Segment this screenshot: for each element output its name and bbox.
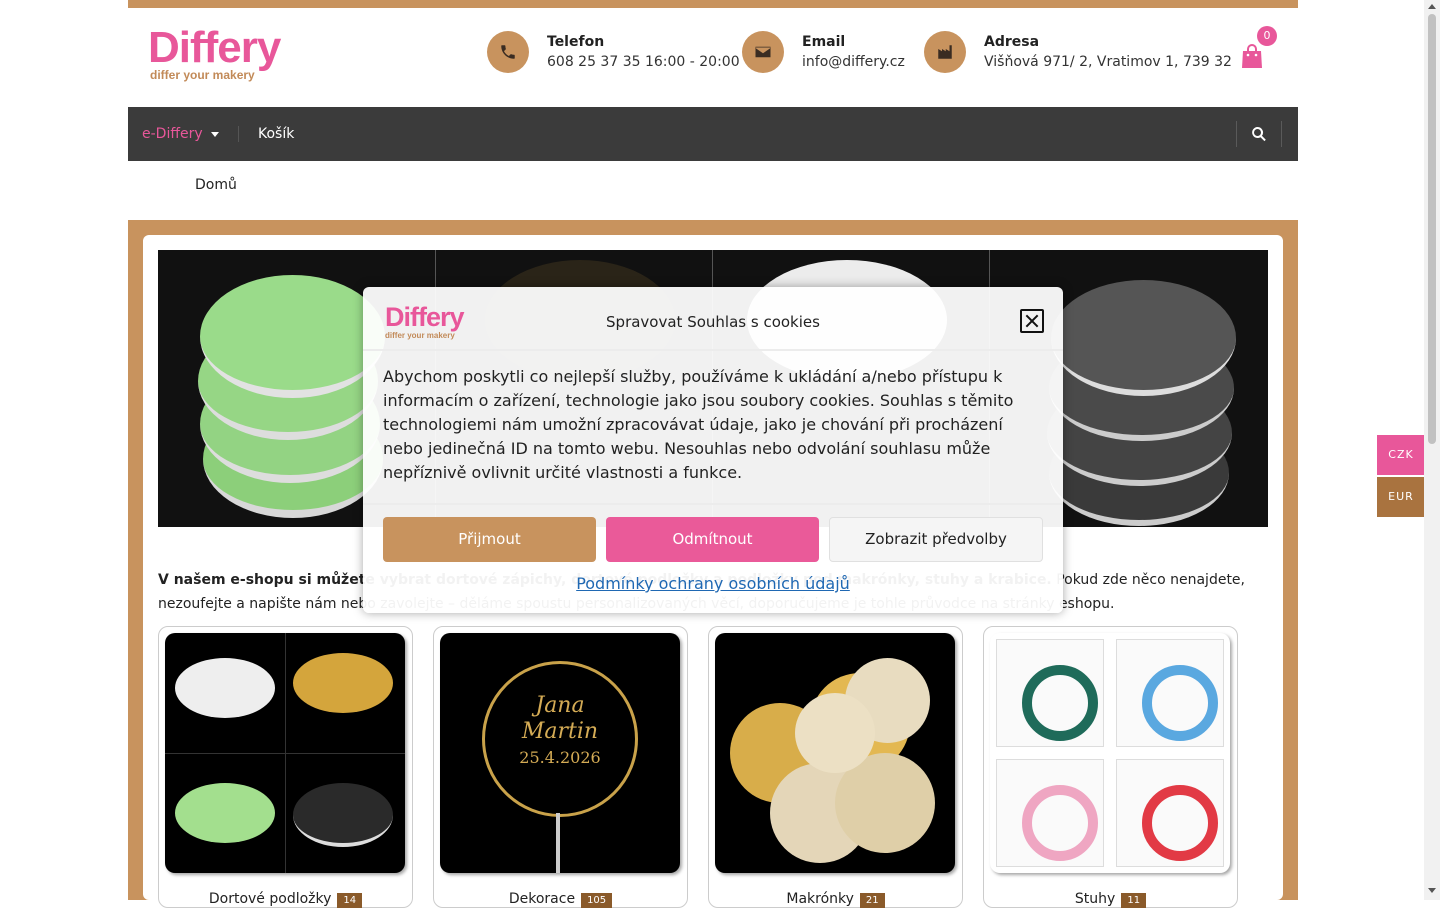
nav-ediffery-dropdown[interactable]: e-Differy [142, 107, 219, 161]
close-icon[interactable] [1020, 309, 1044, 333]
privacy-policy-link[interactable]: Podmínky ochrany osobních údajů [363, 574, 1063, 593]
address-label: Adresa [984, 34, 1040, 50]
logo-text: Differy [148, 23, 281, 72]
contact-phone: Telefon 608 25 37 35 16:00 - 20:00 [487, 30, 740, 74]
breadcrumb: Domů [128, 161, 1298, 220]
site-header: Differy differ your makery Telefon 608 2… [128, 8, 1298, 107]
product-count-badge: 11 [1121, 893, 1147, 908]
product-image [715, 633, 955, 873]
phone-value[interactable]: 608 25 37 35 16:00 - 20:00 [547, 52, 740, 72]
nav-kosik[interactable]: Košík [258, 107, 294, 161]
product-card[interactable]: Jana Martin 25.4.2026 Dekorace 105 [433, 626, 688, 908]
cart-count-badge: 0 [1257, 26, 1277, 46]
modal-logo-tagline: differ your makery [385, 331, 455, 340]
contact-address: Adresa Višňová 971/ 2, Vratimov 1, 739 3… [924, 30, 1232, 74]
modal-title: Spravovat Souhlas s cookies [606, 313, 820, 331]
main-nav: e-Differy Košík [128, 107, 1298, 161]
contact-email: Email info@differy.cz [742, 30, 905, 74]
product-title: Makrónky [786, 891, 854, 907]
product-count-badge: 105 [581, 893, 613, 908]
product-title: Dortové podložky [208, 891, 332, 907]
currency-eur-button[interactable]: EUR [1377, 477, 1425, 517]
phone-icon [487, 31, 529, 73]
email-label: Email [802, 34, 846, 50]
modal-divider [363, 503, 1063, 505]
product-card[interactable]: Dortové podložky 14 [158, 626, 413, 908]
caret-down-icon [210, 131, 219, 137]
nav-divider [238, 126, 239, 142]
scrollbar-thumb[interactable] [1428, 14, 1436, 444]
product-card[interactable]: Makrónky 21 [708, 626, 963, 908]
shopping-bag-icon[interactable] [1240, 42, 1264, 70]
envelope-icon [742, 31, 784, 73]
product-image [990, 633, 1230, 873]
scroll-down-arrow-icon[interactable] [1428, 888, 1436, 893]
scroll-up-arrow-icon[interactable] [1428, 4, 1436, 9]
preferences-button[interactable]: Zobrazit předvolby [829, 517, 1043, 562]
currency-czk-button[interactable]: CZK [1377, 435, 1425, 475]
modal-divider [363, 349, 1063, 351]
deny-button[interactable]: Odmítnout [606, 517, 819, 562]
factory-icon [924, 31, 966, 73]
top-accent-bar [128, 0, 1298, 8]
product-title: Stuhy [1074, 891, 1116, 907]
page-scrollbar[interactable] [1424, 0, 1440, 900]
product-title: Dekorace [508, 891, 576, 907]
product-image: Jana Martin 25.4.2026 [440, 633, 680, 873]
address-value: Višňová 971/ 2, Vratimov 1, 739 32 [984, 54, 1232, 70]
product-count-badge: 14 [337, 893, 363, 908]
search-icon[interactable] [1251, 126, 1267, 142]
modal-body-text: Abychom poskytli co nejlepší služby, pou… [383, 367, 1014, 482]
nav-divider [1281, 121, 1282, 147]
product-card[interactable]: Stuhy 11 [983, 626, 1238, 908]
cookie-consent-modal: Differy differ your makery Spravovat Sou… [363, 287, 1063, 613]
nav-divider [1236, 121, 1237, 147]
nav-ediffery-label: e-Differy [142, 126, 203, 142]
phone-label: Telefon [547, 34, 605, 50]
site-logo[interactable]: Differy differ your makery [148, 23, 281, 83]
product-count-badge: 21 [859, 893, 885, 908]
breadcrumb-home[interactable]: Domů [195, 177, 237, 193]
email-value[interactable]: info@differy.cz [802, 52, 905, 72]
product-image [165, 633, 405, 873]
accept-button[interactable]: Přijmout [383, 517, 596, 562]
